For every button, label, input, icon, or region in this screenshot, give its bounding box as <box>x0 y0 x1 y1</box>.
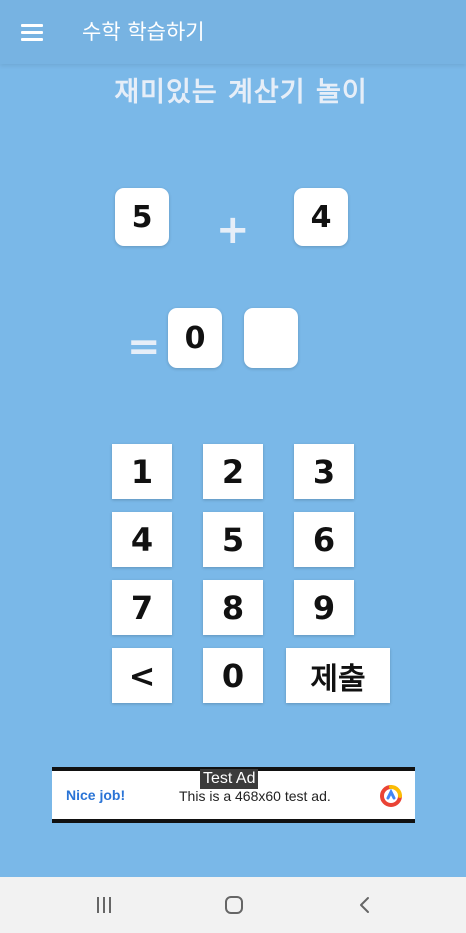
operand-2-box: 4 <box>294 188 348 246</box>
adchoices-logo-icon[interactable] <box>379 784 403 808</box>
key-7[interactable]: 7 <box>112 580 172 635</box>
ad-body-text: This is a 468x60 test ad. <box>179 788 331 804</box>
ad-nice-text: Nice job! <box>66 787 126 803</box>
hamburger-menu-icon[interactable] <box>21 24 43 41</box>
answer-digit-1-box[interactable]: 0 <box>168 308 222 368</box>
page-headline: 재미있는 계산기 놀이 <box>114 77 368 108</box>
plus-operator: + <box>216 207 250 253</box>
backspace-key[interactable]: < <box>112 648 172 703</box>
key-8[interactable]: 8 <box>203 580 263 635</box>
key-2[interactable]: 2 <box>203 444 263 499</box>
submit-button[interactable]: 제출 <box>286 648 390 703</box>
app-bar: 수학 학습하기 <box>0 0 466 64</box>
key-0[interactable]: 0 <box>203 648 263 703</box>
key-3[interactable]: 3 <box>294 444 354 499</box>
answer-digit-2-box[interactable] <box>244 308 298 368</box>
app-title: 수학 학습하기 <box>82 20 205 44</box>
key-5[interactable]: 5 <box>203 512 263 567</box>
home-icon[interactable] <box>222 893 246 917</box>
key-6[interactable]: 6 <box>294 512 354 567</box>
system-navbar <box>0 877 466 933</box>
equals-operator: = <box>127 324 161 370</box>
back-icon[interactable] <box>353 893 377 917</box>
operand-1-box: 5 <box>115 188 169 246</box>
key-1[interactable]: 1 <box>112 444 172 499</box>
key-9[interactable]: 9 <box>294 580 354 635</box>
test-ad-tag: Test Ad <box>200 769 259 789</box>
recents-icon[interactable] <box>92 893 116 917</box>
app-screen: 수학 학습하기 재미있는 계산기 놀이 5 + 4 = 0 1 2 3 4 5 … <box>0 0 466 933</box>
key-4[interactable]: 4 <box>112 512 172 567</box>
